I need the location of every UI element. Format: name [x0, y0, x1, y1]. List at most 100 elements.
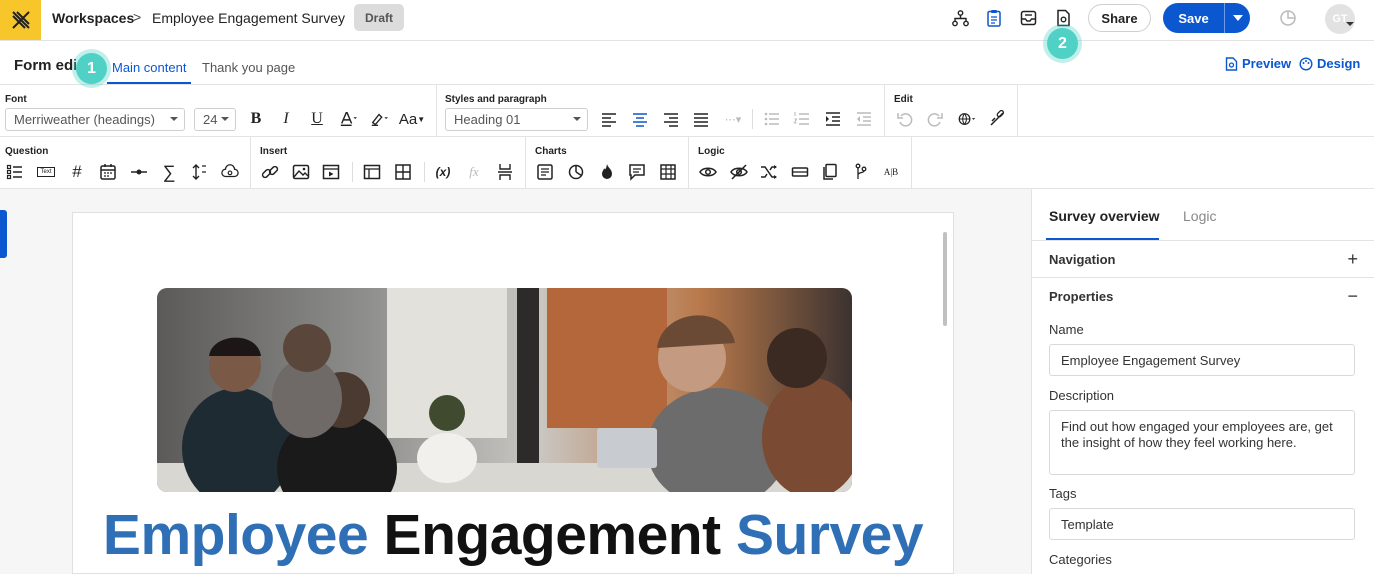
- clipboard-icon[interactable]: [984, 8, 1004, 28]
- clear-format-button[interactable]: [986, 108, 1008, 130]
- description-field[interactable]: Find out how engaged your employees are,…: [1049, 410, 1355, 475]
- font-family-select[interactable]: Merriweather (headings): [5, 108, 185, 131]
- indent-button[interactable]: [822, 108, 844, 130]
- highlight-button[interactable]: [367, 108, 391, 130]
- outdent-button[interactable]: [853, 108, 875, 130]
- comment-chart-button[interactable]: [626, 161, 648, 183]
- stack-icon: [791, 167, 809, 177]
- layout-icon: [363, 164, 381, 180]
- avatar-menu-caret-icon[interactable]: [1346, 22, 1354, 26]
- avatar[interactable]: GT: [1325, 4, 1355, 34]
- insert-formula-button[interactable]: fx: [463, 161, 485, 183]
- upload-question-button[interactable]: [219, 161, 241, 183]
- logo-icon: [11, 11, 30, 29]
- save-button[interactable]: Save: [1163, 3, 1224, 33]
- properties-section-header[interactable]: Properties: [1049, 289, 1113, 304]
- share-button[interactable]: Share: [1088, 4, 1151, 32]
- undo-icon: [897, 113, 913, 127]
- expand-plus-icon[interactable]: +: [1347, 250, 1358, 268]
- save-options-button[interactable]: [1225, 3, 1250, 33]
- tab-main-content[interactable]: Main content: [112, 60, 186, 75]
- align-right-button[interactable]: [660, 108, 682, 130]
- chevron-down-icon: [1232, 15, 1243, 21]
- justify-button[interactable]: [690, 108, 712, 130]
- redo-button[interactable]: [924, 108, 946, 130]
- hierarchy-icon[interactable]: [950, 8, 970, 28]
- font-size-select[interactable]: 24: [194, 108, 236, 131]
- table-chart-button[interactable]: [657, 161, 679, 183]
- quota-button[interactable]: [789, 161, 811, 183]
- insert-variable-button[interactable]: (x): [432, 161, 454, 183]
- number-question-button[interactable]: #: [66, 161, 88, 183]
- underline-button[interactable]: U: [306, 108, 328, 130]
- chart-text-button[interactable]: [534, 161, 556, 183]
- cover-image[interactable]: [157, 288, 852, 492]
- date-question-button[interactable]: [97, 161, 119, 183]
- breadcrumb-survey-title[interactable]: Employee Engagement Survey: [152, 10, 345, 26]
- survey-headline[interactable]: Employee Engagement Survey: [72, 502, 954, 568]
- italic-button[interactable]: I: [275, 108, 297, 130]
- sum-question-button[interactable]: ∑: [158, 161, 180, 183]
- history-icon[interactable]: [1278, 8, 1298, 28]
- calendar-icon: [100, 164, 116, 180]
- bold-button[interactable]: B: [245, 108, 267, 130]
- tab-thank-you-page[interactable]: Thank you page: [202, 60, 295, 75]
- redo-icon: [927, 113, 943, 127]
- canvas-scrollbar[interactable]: [943, 232, 947, 326]
- palette-icon: [1299, 56, 1313, 71]
- language-button[interactable]: [954, 108, 980, 130]
- left-panel-handle[interactable]: [0, 210, 7, 258]
- line-spacing-button[interactable]: ⋯▾: [720, 108, 746, 130]
- insert-section-button[interactable]: [361, 161, 383, 183]
- bullet-list-button[interactable]: [761, 108, 783, 130]
- font-family-value: Merriweather (headings): [14, 112, 155, 127]
- app-logo[interactable]: [0, 0, 41, 40]
- text-block-icon: [537, 164, 553, 180]
- branch-button[interactable]: [850, 161, 872, 183]
- text-field-icon: Text: [37, 167, 55, 177]
- text-color-button[interactable]: [336, 108, 360, 130]
- group-divider: [525, 137, 526, 189]
- insert-page-break-button[interactable]: [494, 161, 516, 183]
- insert-link-button[interactable]: [259, 161, 281, 183]
- list-icon: [6, 164, 22, 180]
- editor-tab-row: Form edit Main content Thank you page Pr…: [0, 41, 1374, 85]
- insert-image-button[interactable]: [290, 161, 312, 183]
- hide-logic-button[interactable]: [728, 161, 750, 183]
- name-field[interactable]: Employee Engagement Survey: [1049, 344, 1355, 376]
- preview-button[interactable]: Preview: [1225, 56, 1291, 71]
- grid-table-icon: [660, 164, 676, 180]
- undo-button[interactable]: [894, 108, 916, 130]
- paragraph-style-select[interactable]: Heading 01: [445, 108, 588, 131]
- inbox-icon[interactable]: [1018, 8, 1038, 28]
- text-case-button[interactable]: Aa ▼: [398, 108, 426, 130]
- align-center-button[interactable]: [629, 108, 651, 130]
- collapse-minus-icon[interactable]: −: [1347, 287, 1358, 305]
- ranking-question-button[interactable]: [189, 161, 211, 183]
- text-question-button[interactable]: Text: [35, 161, 57, 183]
- randomize-button[interactable]: [758, 161, 780, 183]
- tab-logic[interactable]: Logic: [1183, 208, 1216, 224]
- show-logic-button[interactable]: [697, 161, 719, 183]
- document-settings-icon[interactable]: [1053, 8, 1073, 28]
- heatmap-button[interactable]: [596, 161, 618, 183]
- insert-video-button[interactable]: [320, 161, 342, 183]
- navigation-section-header[interactable]: Navigation: [1049, 252, 1115, 267]
- pie-chart-button[interactable]: [565, 161, 587, 183]
- align-right-icon: [664, 113, 678, 127]
- hash-icon: #: [72, 162, 82, 181]
- ab-test-button[interactable]: A|B: [880, 161, 902, 183]
- tags-field[interactable]: Template: [1049, 508, 1355, 540]
- design-button[interactable]: Design: [1299, 56, 1360, 71]
- table-icon: [395, 164, 411, 180]
- slider-question-button[interactable]: [128, 161, 150, 183]
- breadcrumb-workspaces[interactable]: Workspaces: [52, 10, 134, 26]
- copy-logic-button[interactable]: [819, 161, 841, 183]
- align-left-button[interactable]: [598, 108, 620, 130]
- text-color-icon: [340, 111, 357, 127]
- numbered-list-button[interactable]: [791, 108, 813, 130]
- choice-question-button[interactable]: [4, 161, 26, 183]
- insert-table-button[interactable]: [392, 161, 414, 183]
- save-button-group: Save: [1163, 3, 1250, 33]
- tab-survey-overview[interactable]: Survey overview: [1049, 208, 1160, 224]
